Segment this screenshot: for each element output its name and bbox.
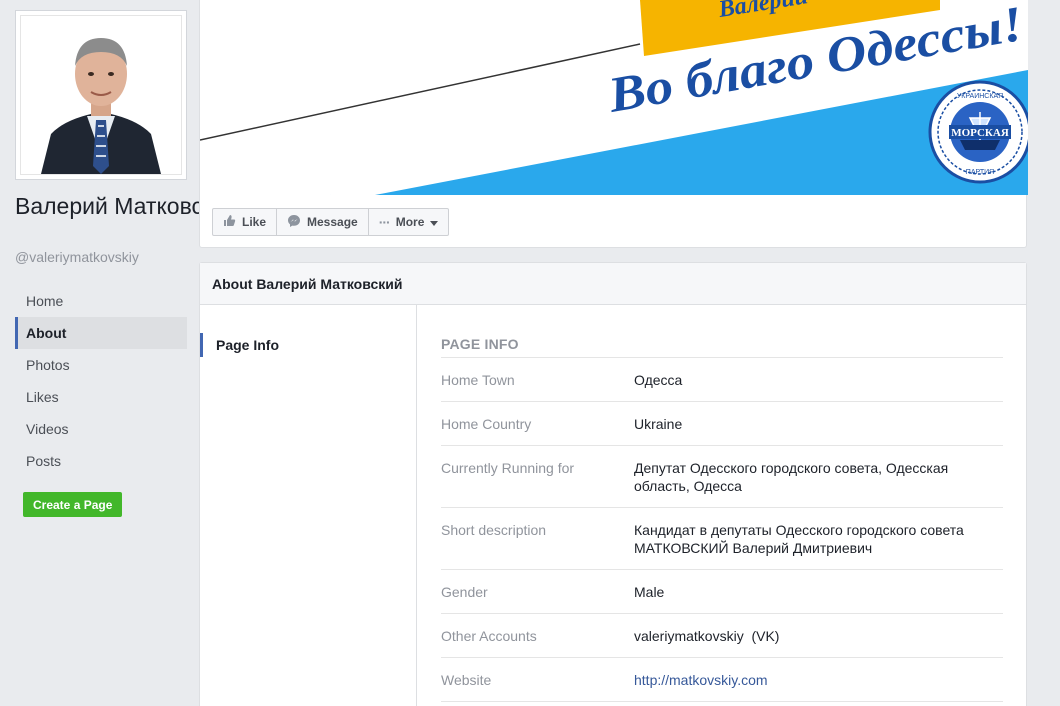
about-content: PAGE INFO Home Town Одесса Home Country … [441,305,1003,702]
info-label: Other Accounts [441,628,537,644]
ellipsis-icon: ··· [378,214,391,230]
emblem-top-text: УКРАИНСКАЯ [957,93,1003,100]
like-button[interactable]: Like [212,208,278,236]
emblem-bottom-text: ПАРТИЯ [966,169,994,176]
caret-down-icon [430,215,439,229]
profile-picture-frame[interactable] [15,10,187,180]
info-row-website: Website http://matkovskiy.com [441,658,1003,702]
sidebar-item-about[interactable]: About [15,317,187,349]
about-header: About Валерий Матковский [200,263,1026,305]
info-value: Male [634,584,665,600]
about-card: About Валерий Матковский Page Info PAGE … [199,262,1027,706]
page-action-bar: Like Message ··· More [212,208,450,236]
like-label: Like [242,215,267,229]
page-handle[interactable]: @valeriymatkovskiy [15,249,139,265]
more-button[interactable]: ··· More [368,208,450,236]
cover-photo[interactable]: Валерий Во благо Одессы! МОРСКАЯ УКРАИНС… [200,0,1028,195]
info-label: Currently Running for [441,460,575,476]
about-sidebar: Page Info [200,305,417,706]
sidebar-item-videos[interactable]: Videos [15,413,187,445]
thumbs-up-icon [223,214,236,230]
cover-graphic: Валерий Во благо Одессы! МОРСКАЯ УКРАИНС… [200,0,1028,195]
message-label: Message [307,215,358,229]
info-row-home-town: Home Town Одесса [441,358,1003,402]
info-label: Website [441,672,492,688]
more-label: More [395,215,425,229]
info-row-running-for: Currently Running for Депутат Одесского … [441,446,1003,508]
section-title: PAGE INFO [441,336,1003,358]
messenger-icon [287,214,301,231]
emblem-middle-text: МОРСКАЯ [951,127,1009,139]
info-row-gender: Gender Male [441,570,1003,614]
cover-card: Валерий Во благо Одессы! МОРСКАЯ УКРАИНС… [199,0,1028,248]
info-row-other-accounts: Other Accounts valeriymatkovskiy (VK) [441,614,1003,658]
info-value: Кандидат в депутаты Одесского городского… [634,522,964,556]
create-page-button[interactable]: Create a Page [23,492,123,517]
sidebar-item-home[interactable]: Home [15,285,187,317]
info-value: Депутат Одесского городского совета, Оде… [634,460,949,494]
sidebar-item-likes[interactable]: Likes [15,381,187,413]
info-label: Home Country [441,416,532,432]
info-value[interactable]: valeriymatkovskiy (VK) [634,627,1003,645]
info-row-home-country: Home Country Ukraine [441,402,1003,446]
info-row-short-description: Short description Кандидат в депутаты Од… [441,508,1003,570]
sidebar-item-photos[interactable]: Photos [15,349,187,381]
info-label: Gender [441,584,488,600]
info-value: Ukraine [634,416,683,432]
profile-picture[interactable] [20,15,182,175]
sidebar-item-posts[interactable]: Posts [15,445,187,477]
party-emblem: МОРСКАЯ УКРАИНСКАЯ ПАРТИЯ [928,80,1028,184]
sidebar-nav: Home About Photos Likes Videos Posts [15,285,187,477]
info-label: Home Town [441,372,515,388]
message-button[interactable]: Message [277,208,369,236]
person-portrait [21,16,181,174]
website-link[interactable]: http://matkovskiy.com [634,671,1003,689]
info-value: Одесса [634,372,683,388]
about-tab-page-info[interactable]: Page Info [200,333,416,357]
info-label: Short description [441,522,547,538]
